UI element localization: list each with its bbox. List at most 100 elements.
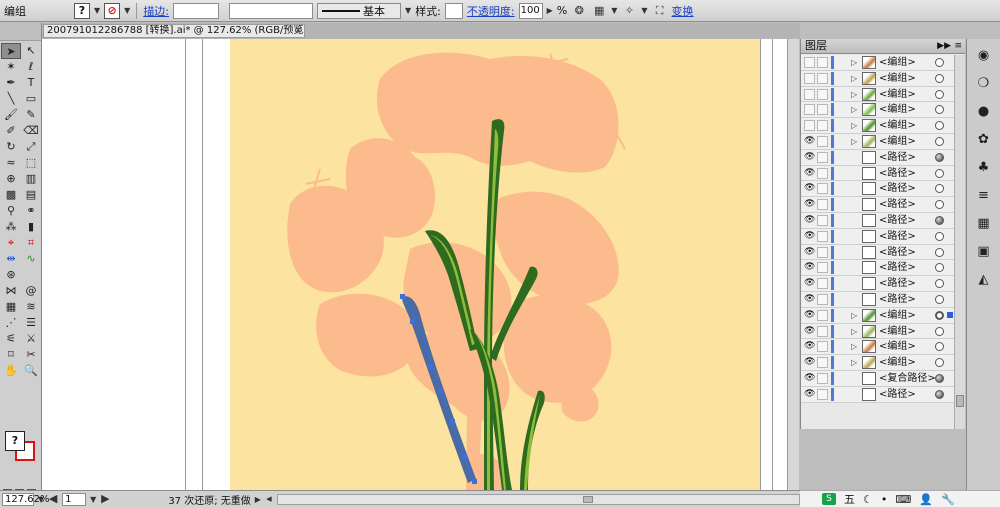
document-tab[interactable]: 200791012286788 [转换].ai* @ 127.62% (RGB/… [43,24,305,38]
perspective-grid-tool-icon[interactable]: ▥ [21,171,41,187]
lock-toggle[interactable] [817,246,828,258]
direct-selection-tool-icon[interactable]: ↖ [21,43,41,59]
scrollbar-thumb[interactable] [956,395,964,407]
blob-brush-tool-icon[interactable]: ✐ [1,123,21,139]
warp-tool-icon[interactable]: ≈ [1,155,21,171]
expand-icon[interactable]: ⛶ [652,3,668,19]
input-method-logo-icon[interactable]: S [822,493,836,505]
free-transform-tool-icon[interactable]: ⬚ [21,155,41,171]
chevron-down-icon[interactable]: ▼ [641,6,647,15]
transform-link[interactable]: 变换 [672,3,694,19]
globe-tool-icon[interactable]: ⊛ [1,267,21,283]
opacity-input[interactable]: 100 [518,2,543,19]
target-indicator-icon[interactable] [935,231,944,241]
line-tool-icon[interactable]: ╲ [1,91,21,107]
visibility-eye-icon[interactable] [804,57,815,68]
isolate-icon[interactable]: ✧ [621,3,637,19]
fill-swatch[interactable]: ? [74,2,90,19]
rectangle-tool-icon[interactable]: ▭ [21,91,41,107]
artboard[interactable] [230,39,760,490]
stroke-link[interactable]: 描边: [143,3,169,19]
opacity-link[interactable]: 不透明度: [467,3,515,19]
next-artboard-icon[interactable]: ▶ [100,491,110,507]
knife-tool-icon[interactable]: ⚔ [21,331,41,347]
lock-toggle[interactable] [817,72,828,84]
target-indicator-icon[interactable] [935,310,944,320]
crop-tool-icon[interactable]: ⌑ [1,347,21,363]
expand-arrow-icon[interactable]: ▷ [851,87,857,102]
lock-toggle[interactable] [817,357,828,369]
target-indicator-icon[interactable] [935,215,944,225]
visibility-eye-icon[interactable]: 👁 [804,152,815,163]
paintbrush-tool-icon[interactable]: 🖌 [1,107,21,123]
layer-row[interactable]: 👁 ▷ <编组> [801,339,954,356]
brushes-panel-icon[interactable]: ✿ [973,129,995,151]
expand-arrow-icon[interactable]: ▷ [851,55,857,70]
stroke-weight-input[interactable] [173,2,220,19]
blend-tool-icon[interactable]: ⚭ [21,203,41,219]
lock-toggle[interactable] [817,388,828,400]
chevron-down-icon[interactable]: ▼ [90,495,96,504]
visibility-eye-icon[interactable]: 👁 [804,247,815,258]
lock-toggle[interactable] [817,104,828,116]
visibility-eye-icon[interactable]: 👁 [804,183,815,194]
selection-tool-icon[interactable]: ➤ [1,43,21,59]
lock-toggle[interactable] [817,262,828,274]
lock-toggle[interactable] [817,341,828,353]
user-icon[interactable]: 👤 [919,493,933,506]
visibility-eye-icon[interactable]: 👁 [804,168,815,179]
target-indicator-icon[interactable] [935,73,944,83]
target-indicator-icon[interactable] [935,358,944,368]
expand-arrow-icon[interactable]: ▷ [851,134,857,149]
layer-row[interactable]: 👁 <复合路径> [801,370,954,387]
collapse-icon[interactable]: ▶▶ [937,39,951,53]
slice-tool-icon[interactable]: ⌗ [21,235,41,251]
lock-toggle[interactable] [817,214,828,226]
moon-icon[interactable]: ☾ [863,493,873,506]
layer-row[interactable]: ▷ <编组> [801,118,954,134]
wave-tool-icon[interactable]: ∿ [21,251,41,267]
layer-row[interactable]: 👁 ▷ <编组> [801,323,954,340]
target-indicator-icon[interactable] [935,105,944,115]
expand-arrow-icon[interactable]: ▷ [851,308,857,323]
visibility-eye-icon[interactable]: 👁 [804,199,815,210]
lock-toggle[interactable] [817,372,828,384]
color-panel-icon[interactable]: ◉ [973,45,995,67]
layer-row[interactable]: ▷ <编组> [801,86,954,103]
lock-toggle[interactable] [817,278,828,290]
artboard-tool-icon[interactable]: ⌖ [1,235,21,251]
target-indicator-icon[interactable] [935,121,944,131]
lock-toggle[interactable] [817,293,828,305]
ime-mode-label[interactable]: 五 [844,491,855,507]
chevron-down-icon[interactable]: ▼ [405,6,411,15]
visibility-eye-icon[interactable] [804,120,815,132]
visibility-eye-icon[interactable]: 👁 [804,389,815,400]
layer-row[interactable]: 👁 <路径> [801,244,954,261]
lock-toggle[interactable] [817,230,828,242]
chevron-right-icon[interactable]: ▶ [547,6,553,15]
lock-toggle[interactable] [817,183,828,195]
tools-panel-grip[interactable] [0,23,41,41]
first-artboard-icon[interactable]: ◀ [48,491,58,507]
stroke-swatch-none-icon[interactable]: ⊘ [104,2,121,19]
layer-row[interactable]: 👁 ▷ <编组> [801,307,954,324]
symbols-panel-icon[interactable]: ♣ [973,157,995,179]
target-indicator-icon[interactable] [935,373,944,383]
layer-row[interactable]: 👁 <路径> [801,228,954,245]
visibility-eye-icon[interactable] [804,72,815,84]
visibility-eye-icon[interactable]: 👁 [804,231,815,242]
variable-width-dropdown[interactable] [229,2,314,19]
layer-row[interactable]: 👁 <路径> [801,276,954,292]
visibility-eye-icon[interactable]: 👁 [804,278,815,289]
selection-indicator-icon[interactable] [947,311,953,318]
artboard-number-field[interactable]: 1 [62,492,87,506]
lasso-tool-icon[interactable]: ℓ [21,59,41,75]
punctuation-icon[interactable]: • [881,493,888,506]
grid-tool-icon[interactable]: ▦ [1,299,21,315]
pencil-tool-icon[interactable]: ✎ [21,107,41,123]
visibility-eye-icon[interactable] [804,104,815,116]
layers-scrollbar[interactable] [954,55,965,429]
layer-row[interactable]: 👁 <路径> [801,197,954,213]
chevron-down-icon[interactable]: ▼ [124,6,130,15]
layer-row[interactable]: 👁 <路径> [801,165,954,182]
